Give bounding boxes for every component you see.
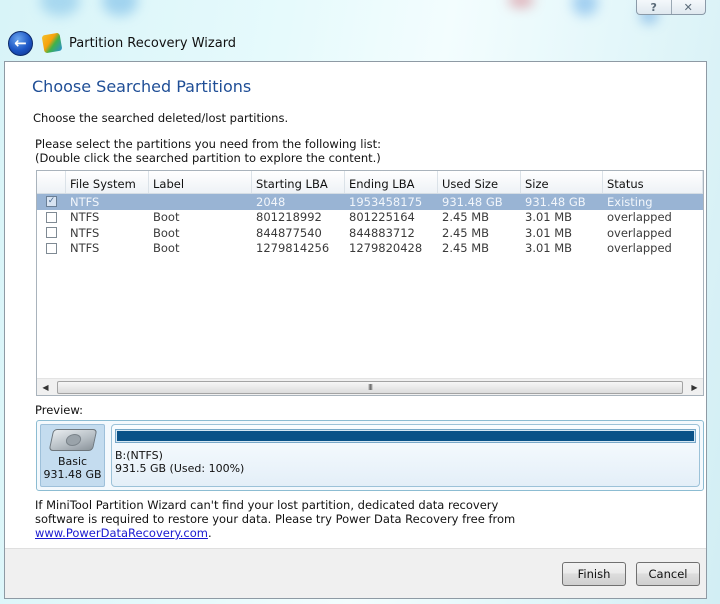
cell-ending-lba: 801225164 bbox=[349, 210, 415, 225]
row-checkbox[interactable]: ✓ bbox=[46, 196, 57, 208]
cell-file-system: NTFS bbox=[70, 210, 100, 225]
cell-starting-lba: 2048 bbox=[256, 194, 286, 209]
partition-info: 931.5 GB (Used: 100%) bbox=[115, 462, 245, 475]
disk-size: 931.48 GB bbox=[43, 468, 102, 481]
cell-ending-lba: 1279820428 bbox=[349, 241, 423, 256]
column-header-file-system[interactable]: File System bbox=[66, 171, 149, 193]
preview-label: Preview: bbox=[35, 403, 84, 417]
partition-block[interactable]: B:(NTFS) 931.5 GB (Used: 100%) bbox=[111, 424, 700, 487]
scroll-thumb[interactable]: III bbox=[57, 380, 683, 394]
cell-starting-lba: 844877540 bbox=[256, 225, 322, 240]
cell-file-system: NTFS bbox=[70, 241, 100, 256]
button-bar: Finish Cancel bbox=[5, 548, 706, 598]
cell-starting-lba: 1279814256 bbox=[256, 241, 330, 256]
cancel-button[interactable]: Cancel bbox=[636, 562, 700, 586]
grip-icon: III bbox=[367, 382, 373, 392]
page-subtitle: Choose the searched deleted/lost partiti… bbox=[33, 111, 289, 125]
close-button[interactable]: ✕ bbox=[670, 0, 706, 14]
row-checkbox[interactable] bbox=[46, 242, 57, 254]
back-arrow-icon: ← bbox=[14, 34, 27, 52]
cell-label: Boot bbox=[153, 225, 180, 240]
back-button[interactable]: ← bbox=[8, 30, 33, 56]
cell-starting-lba: 801218992 bbox=[256, 210, 322, 225]
title-bar: ← Partition Recovery Wizard bbox=[8, 30, 236, 56]
cell-size: 3.01 MB bbox=[525, 210, 573, 225]
cell-label: Boot bbox=[153, 241, 180, 256]
cell-size: 3.01 MB bbox=[525, 241, 573, 256]
column-header-starting-lba[interactable]: Starting LBA bbox=[252, 171, 345, 193]
app-logo-icon bbox=[41, 32, 63, 54]
close-icon: ✕ bbox=[683, 0, 693, 14]
cell-status: overlapped bbox=[607, 210, 672, 225]
window-title: Partition Recovery Wizard bbox=[69, 35, 237, 51]
row-checkbox[interactable] bbox=[46, 227, 57, 239]
instruction-line: (Double click the searched partition to … bbox=[35, 151, 381, 165]
table-row[interactable]: ✓ NTFS 2048 1953458175 931.48 GB 931.48 … bbox=[37, 194, 703, 210]
table-row[interactable]: NTFS Boot 1279814256 1279820428 2.45 MB … bbox=[37, 241, 703, 257]
wizard-panel: Choose Searched Partitions Choose the se… bbox=[4, 61, 707, 599]
partition-name: B:(NTFS) bbox=[115, 449, 163, 462]
column-header-used-size[interactable]: Used Size bbox=[438, 171, 521, 193]
cell-used-size: 2.45 MB bbox=[442, 210, 490, 225]
cell-used-size: 931.48 GB bbox=[442, 194, 503, 209]
scroll-right-button[interactable]: ▶ bbox=[686, 379, 703, 396]
column-header-ending-lba[interactable]: Ending LBA bbox=[345, 171, 438, 193]
power-data-recovery-link[interactable]: www.PowerDataRecovery.com bbox=[35, 526, 208, 540]
usage-bar-fill bbox=[117, 431, 694, 441]
background-icon bbox=[508, 0, 534, 8]
info-text: If MiniTool Partition Wizard can't find … bbox=[35, 498, 499, 512]
disk-summary[interactable]: Basic 931.48 GB bbox=[40, 424, 105, 487]
table-row[interactable]: NTFS Boot 844877540 844883712 2.45 MB 3.… bbox=[37, 225, 703, 241]
disk-type: Basic bbox=[57, 455, 88, 468]
info-text: . bbox=[207, 526, 212, 540]
instructions: Please select the partitions you need fr… bbox=[35, 137, 381, 165]
cell-size: 931.48 GB bbox=[525, 194, 586, 209]
column-header-size[interactable]: Size bbox=[521, 171, 603, 193]
row-checkbox[interactable] bbox=[46, 211, 57, 223]
cell-status: overlapped bbox=[607, 225, 672, 240]
cell-ending-lba: 1953458175 bbox=[349, 194, 423, 209]
background-icon bbox=[572, 0, 598, 16]
usage-bar bbox=[115, 429, 696, 443]
disk-preview: Basic 931.48 GB B:(NTFS) 931.5 GB (Used:… bbox=[36, 420, 704, 491]
background-icon bbox=[102, 0, 138, 16]
caption-buttons: ? ✕ bbox=[636, 0, 706, 15]
list-header: File System Label Starting LBA Ending LB… bbox=[37, 171, 703, 194]
cell-file-system: NTFS bbox=[70, 225, 100, 240]
background-icon bbox=[40, 0, 80, 16]
table-row[interactable]: NTFS Boot 801218992 801225164 2.45 MB 3.… bbox=[37, 210, 703, 226]
cell-label: Boot bbox=[153, 210, 180, 225]
cell-status: Existing bbox=[607, 194, 653, 209]
cell-status: overlapped bbox=[607, 241, 672, 256]
page-title: Choose Searched Partitions bbox=[32, 77, 252, 96]
help-icon: ? bbox=[650, 0, 657, 14]
partition-list[interactable]: File System Label Starting LBA Ending LB… bbox=[36, 170, 704, 396]
recovery-info: If MiniTool Partition Wizard can't find … bbox=[35, 498, 595, 540]
scroll-left-button[interactable]: ◀ bbox=[37, 379, 54, 396]
column-header-check[interactable] bbox=[37, 171, 66, 193]
column-header-label[interactable]: Label bbox=[149, 171, 252, 193]
instruction-line: Please select the partitions you need fr… bbox=[35, 137, 382, 151]
chevron-right-icon: ▶ bbox=[691, 382, 698, 392]
finish-button[interactable]: Finish bbox=[562, 562, 626, 586]
cell-size: 3.01 MB bbox=[525, 225, 573, 240]
chevron-left-icon: ◀ bbox=[42, 382, 49, 392]
hard-disk-icon bbox=[48, 429, 97, 451]
horizontal-scrollbar[interactable]: ◀ III ▶ bbox=[37, 378, 703, 395]
cell-file-system: NTFS bbox=[70, 194, 100, 209]
cell-ending-lba: 844883712 bbox=[349, 225, 415, 240]
cell-used-size: 2.45 MB bbox=[442, 241, 490, 256]
info-text: software is required to restore your dat… bbox=[35, 512, 516, 526]
cell-used-size: 2.45 MB bbox=[442, 225, 490, 240]
column-header-status[interactable]: Status bbox=[603, 171, 703, 193]
help-button[interactable]: ? bbox=[637, 0, 671, 14]
